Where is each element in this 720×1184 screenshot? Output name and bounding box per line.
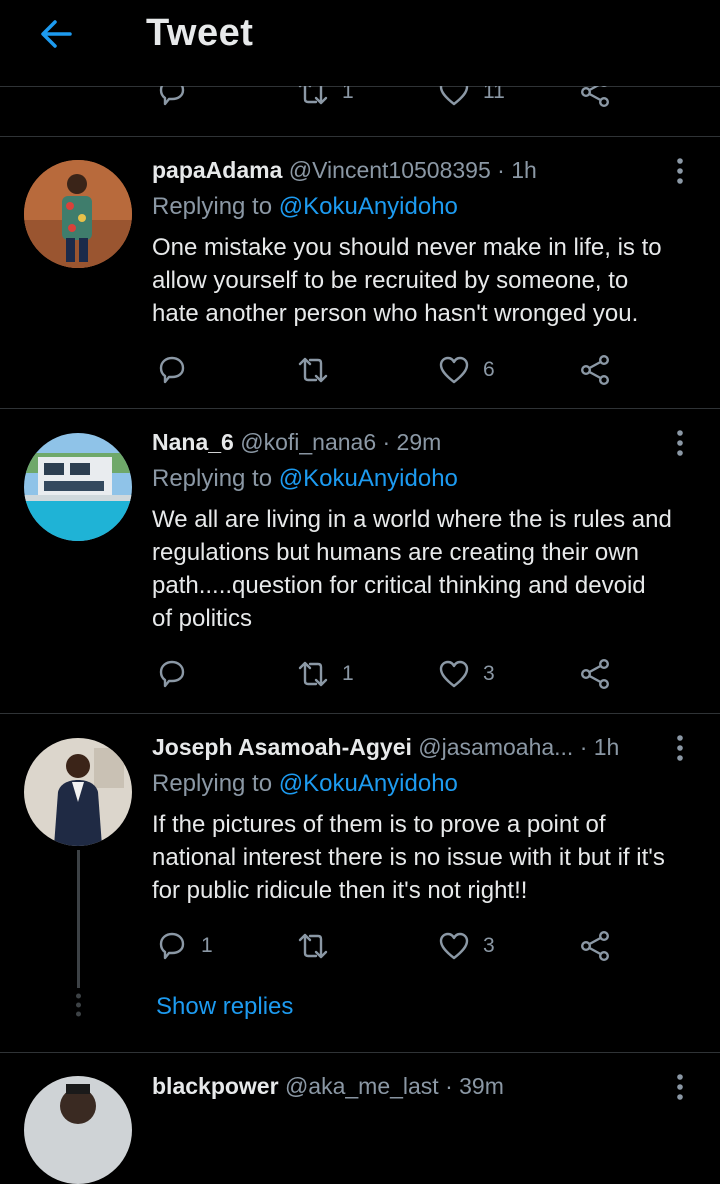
like-icon	[439, 932, 469, 960]
tweet-line: We all are living in a world where the i…	[152, 506, 672, 533]
replying-prefix: Replying to	[152, 770, 273, 797]
share-icon	[580, 355, 610, 386]
share-icon	[580, 931, 610, 962]
tweet-header: papaAdama @Vincent10508395 · 1h	[152, 157, 537, 184]
timestamp: · 1h	[579, 734, 620, 760]
timestamp: · 39m	[445, 1073, 504, 1099]
mention-link[interactable]: @KokuAnyidoho	[279, 193, 458, 220]
tweet-line: path.....question for critical thinking …	[152, 572, 646, 599]
mention-link[interactable]: @KokuAnyidoho	[279, 465, 458, 492]
back-arrow-icon[interactable]	[36, 14, 76, 54]
show-replies-link[interactable]: Show replies	[156, 993, 293, 1021]
more-icon[interactable]	[670, 428, 690, 458]
reply-icon	[159, 356, 185, 384]
page-title: Tweet	[146, 12, 254, 54]
more-icon[interactable]	[670, 156, 690, 186]
retweet-icon	[298, 933, 328, 959]
reply-count: 1	[201, 934, 213, 957]
reply-button[interactable]	[155, 654, 201, 694]
action-bar: 1 3	[0, 654, 720, 694]
handle[interactable]: @Vincent10508395	[289, 157, 491, 183]
reply-icon	[159, 660, 185, 688]
thread-line	[77, 850, 80, 988]
reply-button[interactable]: 1	[155, 926, 213, 966]
replying-prefix: Replying to	[152, 465, 273, 492]
share-icon	[580, 659, 610, 690]
display-name[interactable]: papaAdama	[152, 157, 282, 183]
tweet-line: national interest there is no issue with…	[152, 844, 665, 871]
tweet-header: Joseph Asamoah-Agyei @jasamoaha... · 1h	[152, 734, 619, 761]
tweet-header: Nana_6 @kofi_nana6 · 29m	[152, 429, 441, 456]
replying-prefix: Replying to	[152, 193, 273, 220]
tweet-text: We all are living in a world where the i…	[152, 503, 702, 635]
tweet-line: of politics	[152, 605, 253, 632]
thread-dots	[75, 992, 82, 1023]
like-button[interactable]: 3	[437, 926, 495, 966]
reply-button[interactable]	[155, 350, 201, 390]
tweet-divider	[0, 136, 720, 137]
share-button[interactable]	[578, 654, 612, 694]
replying-to: Replying to @KokuAnyidoho	[152, 770, 458, 798]
share-button[interactable]	[578, 926, 612, 966]
more-icon[interactable]	[670, 733, 690, 763]
action-bar: 6	[0, 350, 720, 390]
like-button[interactable]: 3	[437, 654, 495, 694]
tweet-line: for public ridicule then it's not right!…	[152, 877, 528, 904]
like-count: 6	[483, 358, 495, 381]
reply-icon	[159, 932, 185, 960]
action-bar: 1 3	[0, 926, 720, 966]
share-button[interactable]	[578, 350, 612, 390]
tweet-line: allow yourself to be recruited by someon…	[152, 267, 629, 294]
replying-to: Replying to @KokuAnyidoho	[152, 193, 458, 221]
retweet-icon	[298, 661, 328, 687]
avatar[interactable]	[24, 1076, 132, 1184]
avatar[interactable]	[24, 433, 132, 541]
tweet-divider	[0, 408, 720, 409]
like-count: 3	[483, 662, 495, 685]
handle[interactable]: @aka_me_last	[285, 1073, 439, 1099]
retweet-button[interactable]	[296, 926, 342, 966]
avatar[interactable]	[24, 738, 132, 846]
tweet-line: One mistake you should never make in lif…	[152, 234, 662, 261]
tweet-text: If the pictures of them is to prove a po…	[152, 808, 702, 907]
mention-link[interactable]: @KokuAnyidoho	[279, 770, 458, 797]
tweet-line: regulations but humans are creating thei…	[152, 539, 639, 566]
handle[interactable]: @jasamoaha...	[418, 734, 573, 760]
replying-to: Replying to @KokuAnyidoho	[152, 465, 458, 493]
app-header: Tweet	[0, 0, 720, 86]
retweet-button[interactable]	[296, 350, 342, 390]
retweet-icon	[298, 357, 328, 383]
timestamp: · 1h	[497, 157, 537, 183]
tweet-text: One mistake you should never make in lif…	[152, 231, 702, 330]
like-icon	[439, 356, 469, 384]
tweet-divider	[0, 1052, 720, 1053]
display-name[interactable]: Nana_6	[152, 429, 234, 455]
tweet-header: blackpower @aka_me_last · 39m	[152, 1073, 504, 1100]
like-button[interactable]: 6	[437, 350, 495, 390]
handle[interactable]: @kofi_nana6	[240, 429, 376, 455]
tweet-line: If the pictures of them is to prove a po…	[152, 811, 606, 838]
timestamp: · 29m	[382, 429, 442, 455]
retweet-count: 1	[342, 662, 354, 685]
more-icon[interactable]	[670, 1072, 690, 1102]
display-name[interactable]: Joseph Asamoah-Agyei	[152, 734, 412, 760]
like-count: 3	[483, 934, 495, 957]
retweet-button[interactable]: 1	[296, 654, 354, 694]
tweet-line: hate another person who hasn't wronged y…	[152, 300, 639, 327]
display-name[interactable]: blackpower	[152, 1073, 279, 1099]
avatar[interactable]	[24, 160, 132, 268]
tweet-divider	[0, 713, 720, 714]
like-icon	[439, 660, 469, 688]
